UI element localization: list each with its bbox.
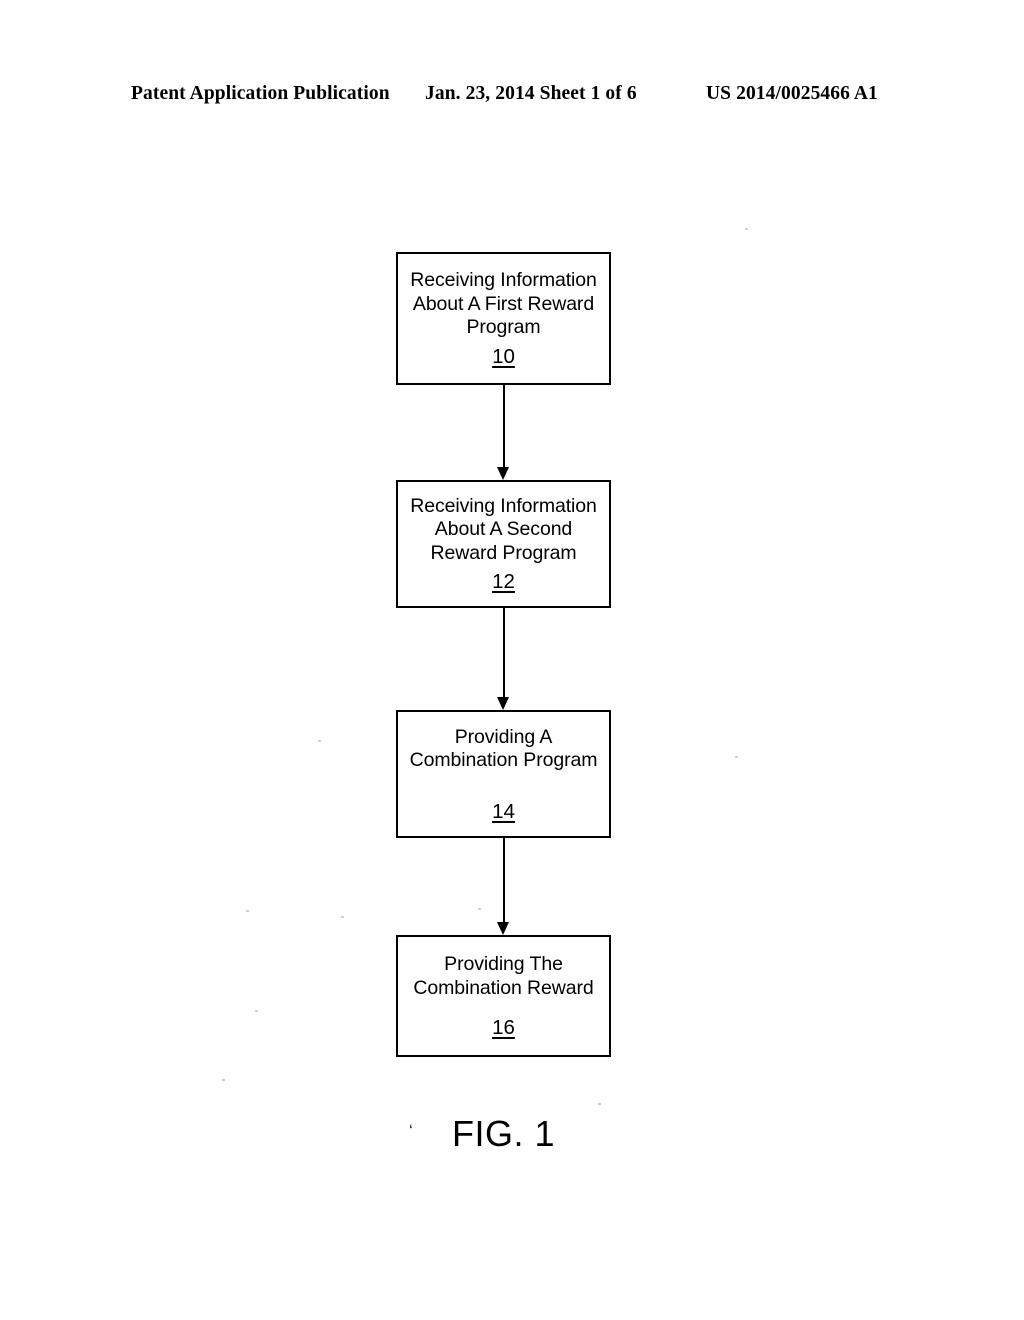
flow-step-box-16: Providing The Combination Reward 16 <box>396 935 611 1057</box>
flow-step-reference-numeral-14: 14 <box>492 799 515 823</box>
figure-1-flowchart: Receiving Information About A First Rewa… <box>0 0 1024 1320</box>
flow-step-label-10: Receiving Information About A First Rewa… <box>410 269 597 339</box>
scan-speckle <box>222 1079 225 1081</box>
arrow-head-icon <box>497 922 509 935</box>
flow-step-reference-numeral-12: 12 <box>492 570 515 594</box>
scan-speckle <box>745 228 748 230</box>
arrow-head-icon <box>497 467 509 480</box>
scan-speckle <box>255 1010 258 1012</box>
scan-speckle <box>318 740 321 742</box>
flow-step-box-10: Receiving Information About A First Rewa… <box>396 252 611 385</box>
arrow-shaft-icon <box>502 385 505 469</box>
scan-speckle <box>246 910 249 912</box>
flow-step-label-14: Providing A Combination Program <box>409 725 598 772</box>
flow-connector-arrow-12-to-14 <box>497 608 509 710</box>
flow-step-box-12: Receiving Information About A Second Rew… <box>396 480 611 608</box>
scan-speckle <box>341 916 344 918</box>
arrow-head-icon <box>497 697 509 710</box>
flow-step-label-16: Providing The Combination Reward <box>413 953 594 999</box>
flow-connector-arrow-14-to-16 <box>497 838 509 935</box>
flow-step-box-14: Providing A Combination Program 14 <box>396 710 611 838</box>
scan-speckle <box>735 756 738 758</box>
scan-speckle <box>598 1103 601 1105</box>
flow-step-reference-numeral-16: 16 <box>492 1016 515 1039</box>
flow-connector-arrow-10-to-12 <box>497 385 509 480</box>
flow-step-label-12: Receiving Information About A Second Rew… <box>410 494 597 564</box>
arrow-shaft-icon <box>502 608 505 699</box>
figure-caption: FIG. 1 <box>451 1113 556 1154</box>
scan-speckle <box>478 908 481 910</box>
arrow-shaft-icon <box>502 838 505 924</box>
flow-step-reference-numeral-10: 10 <box>492 344 515 368</box>
